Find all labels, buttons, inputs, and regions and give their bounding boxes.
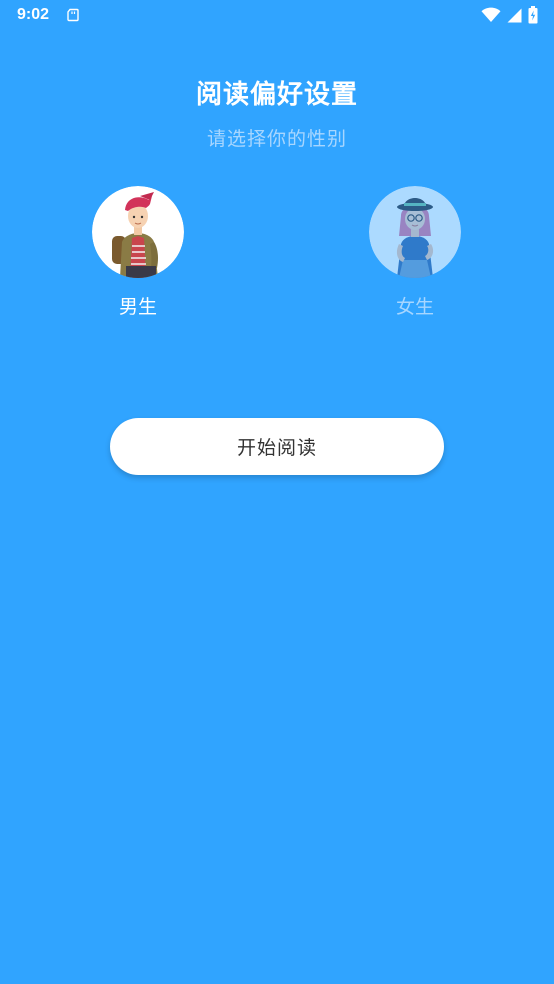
female-avatar[interactable] [369, 186, 461, 278]
page-subtitle: 请选择你的性别 [206, 128, 347, 150]
gender-option-male[interactable]: 男生 [92, 186, 184, 322]
sd-card-icon [67, 8, 79, 22]
status-bar: 9:02 [0, 0, 554, 32]
male-label[interactable]: 男生 [92, 292, 184, 319]
female-label[interactable]: 女生 [369, 292, 461, 319]
wifi-icon [481, 7, 501, 22]
male-avatar[interactable] [92, 186, 184, 278]
gender-option-female[interactable]: 女生 [369, 186, 461, 322]
status-icons [481, 5, 538, 25]
cellular-signal-icon [507, 8, 522, 22]
battery-charging-icon [528, 6, 538, 24]
status-time: 9:02 [17, 6, 50, 23]
start-reading-button[interactable]: 开始阅读 [110, 418, 444, 475]
page-title: 阅读偏好设置 [195, 80, 358, 110]
